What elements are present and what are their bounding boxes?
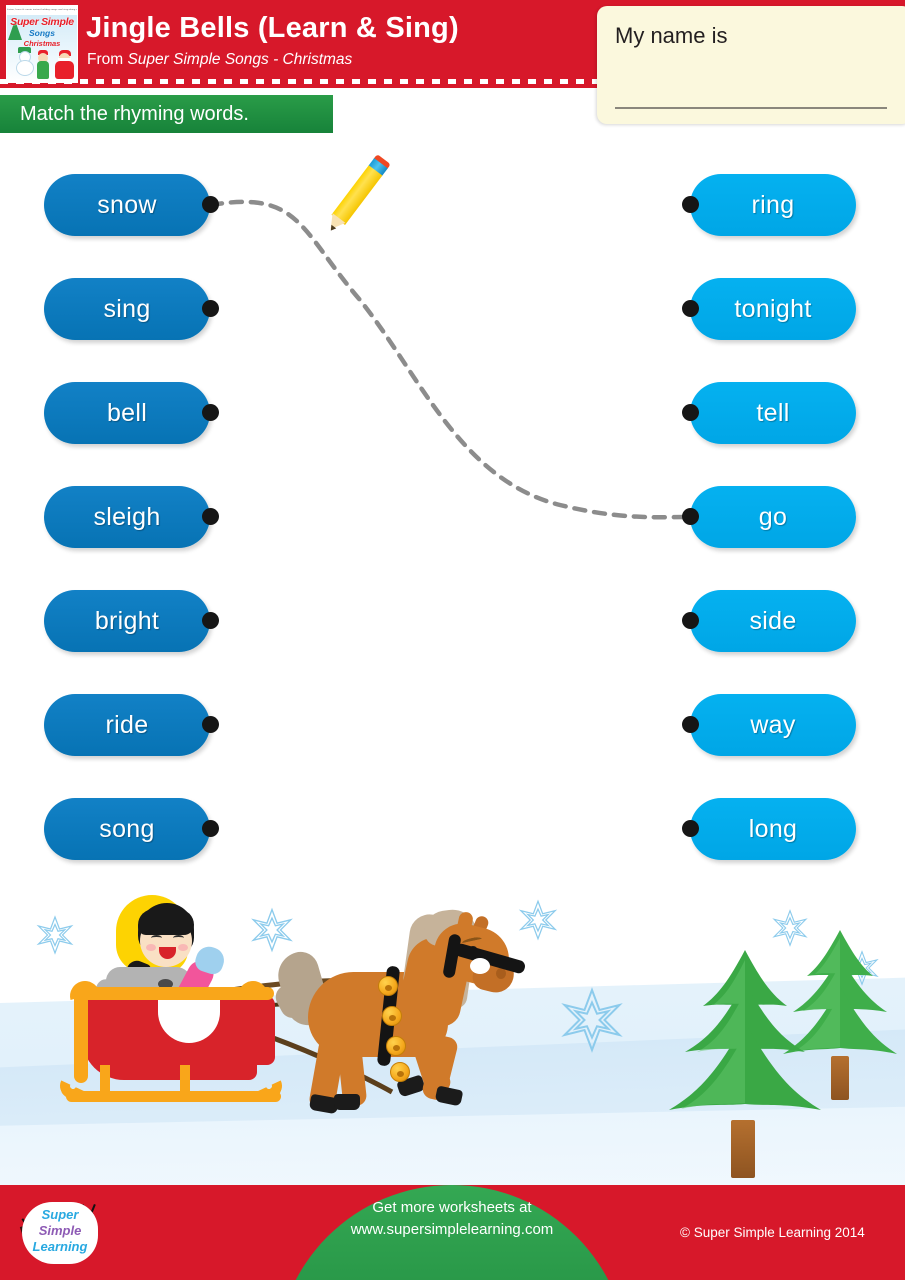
word-pill-left[interactable]: sing — [44, 278, 210, 340]
word-label: ride — [105, 710, 149, 739]
album-title-line1: Super Simple — [10, 16, 74, 28]
word-label: tell — [756, 398, 790, 427]
footer-website-link[interactable]: www.supersimplelearning.com — [276, 1219, 628, 1241]
connector-dot-right[interactable] — [682, 404, 699, 421]
jingle-bell — [378, 976, 398, 996]
horse-character — [271, 906, 528, 1115]
copyright-text: © Super Simple Learning 2014 — [680, 1225, 865, 1240]
word-label: bell — [106, 398, 148, 427]
page-subtitle: From Super Simple Songs - Christmas — [87, 51, 352, 69]
word-pill-right[interactable]: tell — [690, 382, 856, 444]
word-pill-left[interactable]: snow — [44, 174, 210, 236]
subtitle-album: Super Simple Songs - Christmas — [127, 51, 353, 68]
word-label: way — [750, 710, 796, 739]
album-tagline: Listen, learn & create instant holiday s… — [7, 6, 77, 15]
word-label: ring — [751, 190, 795, 219]
word-label: snow — [97, 190, 157, 219]
connector-dot-left[interactable] — [202, 196, 219, 213]
footer-cta[interactable]: Get more worksheets at www.supersimplele… — [276, 1197, 628, 1241]
subtitle-prefix: From — [87, 51, 128, 68]
word-pill-left[interactable]: bell — [44, 382, 210, 444]
logo-line-simple: Simple — [38, 1223, 82, 1238]
santa-icon — [54, 49, 74, 79]
connector-dot-left[interactable] — [202, 716, 219, 733]
footer-cta-line1: Get more worksheets at — [372, 1199, 532, 1216]
connector-dot-right[interactable] — [682, 716, 699, 733]
word-pill-right[interactable]: tonight — [690, 278, 856, 340]
word-label: sleigh — [93, 502, 161, 531]
word-pill-right[interactable]: long — [690, 798, 856, 860]
page-title: Jingle Bells (Learn & Sing) — [86, 12, 459, 44]
word-label: song — [99, 814, 155, 843]
connector-dot-left[interactable] — [202, 508, 219, 525]
word-label: sing — [103, 294, 151, 323]
word-label: side — [749, 606, 797, 635]
jingle-bell — [382, 1006, 402, 1026]
connector-dot-right[interactable] — [682, 196, 699, 213]
word-pill-right[interactable]: go — [690, 486, 856, 548]
instruction-banner: Match the rhyming words. — [0, 95, 333, 133]
name-write-line[interactable] — [615, 107, 887, 109]
connector-dot-right[interactable] — [682, 612, 699, 629]
word-label: go — [758, 502, 788, 531]
word-pill-left[interactable]: ride — [44, 694, 210, 756]
connector-dot-right[interactable] — [682, 820, 699, 837]
jingle-bell — [390, 1062, 410, 1082]
word-pill-left[interactable]: song — [44, 798, 210, 860]
winter-scene-illustration — [0, 880, 905, 1210]
word-label: tonight — [734, 294, 812, 323]
connector-dot-left[interactable] — [202, 612, 219, 629]
worksheet-page: Listen, learn & create instant holiday s… — [0, 0, 905, 1280]
word-pill-right[interactable]: way — [690, 694, 856, 756]
word-pill-left[interactable]: sleigh — [44, 486, 210, 548]
name-field-label: My name is — [615, 23, 728, 48]
elf-icon — [36, 50, 50, 79]
connector-dot-left[interactable] — [202, 404, 219, 421]
super-simple-learning-logo[interactable]: Super Simple Learning — [14, 1196, 106, 1270]
logo-line-learning: Learning — [32, 1239, 88, 1254]
album-cover-thumbnail: Listen, learn & create instant holiday s… — [6, 5, 78, 83]
connector-dot-right[interactable] — [682, 508, 699, 525]
name-field-box[interactable]: My name is — [597, 6, 905, 124]
jingle-bell — [386, 1036, 406, 1056]
matching-activity: snow sing bell sleigh bright ride song r… — [0, 150, 905, 880]
instruction-text: Match the rhyming words. — [20, 102, 249, 125]
word-pill-left[interactable]: bright — [44, 590, 210, 652]
logo-line-super: Super — [41, 1207, 79, 1222]
word-label: long — [748, 814, 798, 843]
connector-dot-right[interactable] — [682, 300, 699, 317]
word-pill-right[interactable]: ring — [690, 174, 856, 236]
connector-dot-left[interactable] — [202, 820, 219, 837]
word-label: bright — [94, 606, 160, 635]
album-title-line2: Songs — [29, 28, 55, 38]
connector-dot-left[interactable] — [202, 300, 219, 317]
snowman-icon — [15, 46, 35, 76]
word-pill-right[interactable]: side — [690, 590, 856, 652]
